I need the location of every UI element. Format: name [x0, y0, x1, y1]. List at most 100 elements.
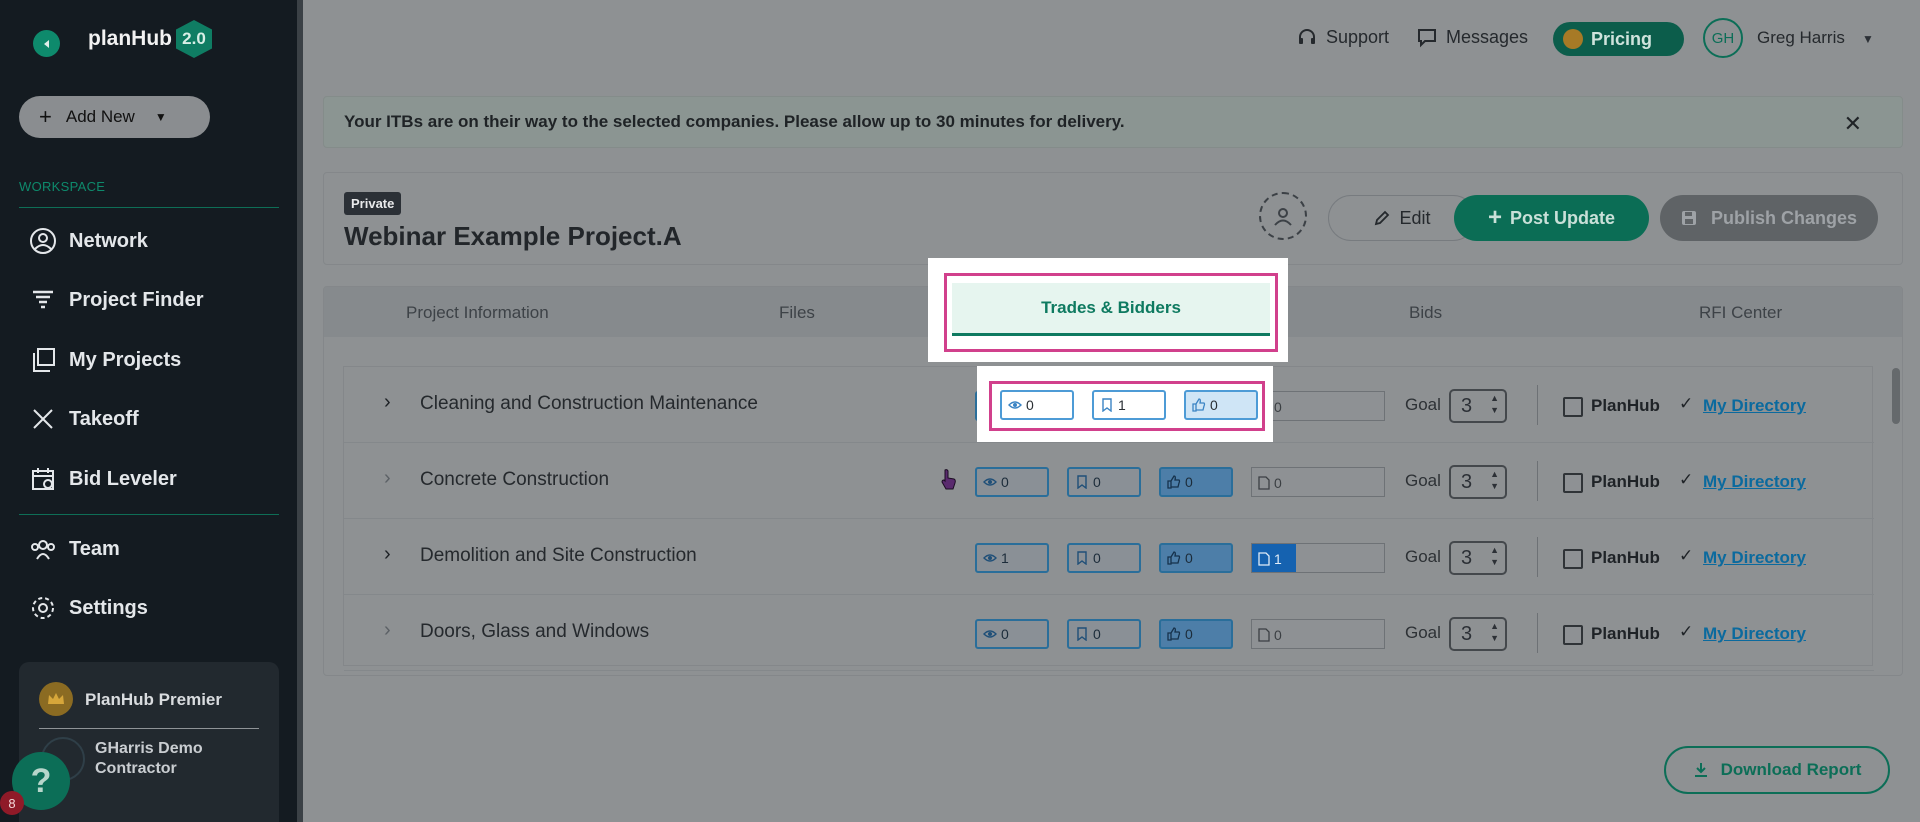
saves-chip[interactable]: 0: [1067, 543, 1141, 573]
goal-label: Goal: [1405, 471, 1441, 490]
highlight-frame: [989, 381, 1265, 431]
caret-down-icon[interactable]: ▼: [1862, 32, 1874, 46]
tab-files[interactable]: Files: [779, 303, 815, 323]
collapse-sidebar-button[interactable]: [33, 30, 60, 57]
support-label: Support: [1326, 26, 1390, 47]
sidebar-item-project-finder[interactable]: Project Finder: [29, 286, 203, 314]
stepper-arrows-icon[interactable]: ▲ ▼: [1490, 544, 1499, 568]
saves-chip[interactable]: 0: [1067, 619, 1141, 649]
checkmark-icon: ✓: [1679, 470, 1694, 489]
chevron-right-icon[interactable]: ›: [384, 391, 391, 414]
company-name: GHarris Demo Contractor: [95, 740, 203, 777]
views-chip[interactable]: 1: [975, 543, 1049, 573]
goal-label: Goal: [1405, 547, 1441, 566]
question-icon: ?: [30, 761, 52, 800]
documents-count-wrap: 0: [1258, 627, 1282, 643]
gear-icon: [32, 597, 54, 619]
download-report-button[interactable]: Download Report: [1664, 746, 1890, 794]
goal-value: 3: [1461, 623, 1473, 645]
status-badge: Private: [344, 192, 402, 215]
documents-progress[interactable]: 0: [1251, 467, 1385, 497]
divider: [1537, 461, 1538, 501]
documents-count-wrap: 0: [1258, 475, 1282, 491]
close-icon[interactable]: ✕: [1844, 111, 1862, 137]
my-directory-link[interactable]: My Directory: [1703, 396, 1806, 416]
scrollbar[interactable]: [1892, 368, 1900, 424]
stepper-arrows-icon[interactable]: ▲ ▼: [1490, 392, 1499, 416]
documents-count: 0: [1274, 627, 1282, 643]
divider: [1537, 537, 1538, 577]
avatar[interactable]: GH: [1703, 18, 1743, 58]
goal-value: 3: [1461, 395, 1473, 417]
chevron-right-icon[interactable]: ›: [384, 543, 391, 566]
goal-stepper[interactable]: 3 ▲ ▼: [1449, 465, 1507, 499]
planhub-checkbox[interactable]: [1563, 473, 1583, 493]
saves-chip[interactable]: 0: [1067, 467, 1141, 497]
add-new-button[interactable]: + Add New ▼: [19, 96, 210, 138]
tab-project-information[interactable]: Project Information: [406, 303, 549, 323]
sidebar-item-network[interactable]: Network: [29, 227, 148, 255]
my-directory-link[interactable]: My Directory: [1703, 548, 1806, 568]
sidebar-edge: [297, 0, 303, 822]
goal-stepper[interactable]: 3 ▲ ▼: [1449, 617, 1507, 651]
pointer-cursor-icon: [941, 469, 956, 490]
tab-rfi-center[interactable]: RFI Center: [1699, 303, 1782, 323]
funnel-icon: [33, 290, 53, 309]
thumbs-up-icon: [1167, 475, 1181, 489]
sidebar-item-bid-leveler[interactable]: Bid Leveler: [29, 465, 177, 493]
goal-stepper[interactable]: 3 ▲ ▼: [1449, 541, 1507, 575]
sidebar-item-team[interactable]: Team: [29, 535, 120, 563]
my-directory-link[interactable]: My Directory: [1703, 624, 1806, 644]
views-chip[interactable]: 0: [975, 467, 1049, 497]
chevron-right-icon[interactable]: ›: [384, 467, 391, 490]
my-directory-link[interactable]: My Directory: [1703, 472, 1806, 492]
table-row[interactable]: › Doors, Glass and Windows 0 0 0 0 Goal …: [344, 595, 1874, 671]
support-link[interactable]: Support: [1296, 26, 1389, 48]
planhub-checkbox[interactable]: [1563, 549, 1583, 569]
save-icon: [1681, 211, 1696, 225]
sidebar-item-my-projects[interactable]: My Projects: [29, 346, 181, 374]
doc-segment: [1296, 544, 1340, 572]
publish-changes-button[interactable]: Publish Changes: [1660, 195, 1878, 241]
checkmark-icon: ✓: [1679, 546, 1694, 565]
stepper-arrows-icon[interactable]: ▲ ▼: [1490, 468, 1499, 492]
likes-count: 0: [1185, 550, 1193, 566]
table-row[interactable]: › Concrete Construction 0 0 0 0 Goal 3 ▲…: [344, 443, 1874, 519]
post-update-label: Post Update: [1510, 207, 1616, 228]
banner-text: Your ITBs are on their way to the select…: [344, 112, 1125, 131]
documents-count-wrap: 1: [1258, 551, 1282, 567]
chevron-left-icon: [43, 39, 49, 48]
doc-segment: [1340, 544, 1384, 572]
planhub-checkbox[interactable]: [1563, 625, 1583, 645]
pricing-button[interactable]: Pricing: [1553, 22, 1684, 56]
goal-stepper[interactable]: 3 ▲ ▼: [1449, 389, 1507, 423]
messages-link[interactable]: Messages: [1416, 26, 1528, 48]
assign-user-button[interactable]: [1259, 192, 1307, 240]
bookmark-icon: [1077, 627, 1087, 641]
likes-chip[interactable]: 0: [1159, 543, 1233, 573]
user-name[interactable]: Greg Harris: [1757, 28, 1845, 48]
trade-name: Demolition and Site Construction: [420, 545, 697, 566]
edit-label: Edit: [1399, 207, 1431, 228]
likes-chip[interactable]: 0: [1159, 467, 1233, 497]
logo-version-badge: 2.0: [176, 20, 212, 58]
planhub-label: PlanHub: [1591, 396, 1660, 415]
info-banner: Your ITBs are on their way to the select…: [323, 96, 1903, 148]
messages-label: Messages: [1446, 26, 1529, 47]
documents-progress[interactable]: 0: [1251, 619, 1385, 649]
sidebar-item-settings[interactable]: Settings: [29, 594, 148, 622]
sidebar: planHub 2.0 + Add New ▼ WORKSPACE Networ…: [0, 0, 297, 822]
sidebar-item-takeoff[interactable]: Takeoff: [29, 405, 139, 433]
stepper-arrows-icon[interactable]: ▲ ▼: [1490, 620, 1499, 644]
likes-chip[interactable]: 0: [1159, 619, 1233, 649]
chevron-right-icon[interactable]: ›: [384, 619, 391, 642]
table-row[interactable]: › Demolition and Site Construction 1 0 0…: [344, 519, 1874, 595]
document-icon: [1258, 476, 1270, 490]
planhub-checkbox[interactable]: [1563, 397, 1583, 417]
app-logo[interactable]: planHub 2.0: [88, 20, 212, 58]
views-chip[interactable]: 0: [975, 619, 1049, 649]
documents-progress[interactable]: 1: [1251, 543, 1385, 573]
post-update-button[interactable]: + Post Update: [1454, 195, 1649, 241]
tab-bids[interactable]: Bids: [1409, 303, 1442, 323]
sidebar-item-label: Takeoff: [69, 407, 139, 430]
